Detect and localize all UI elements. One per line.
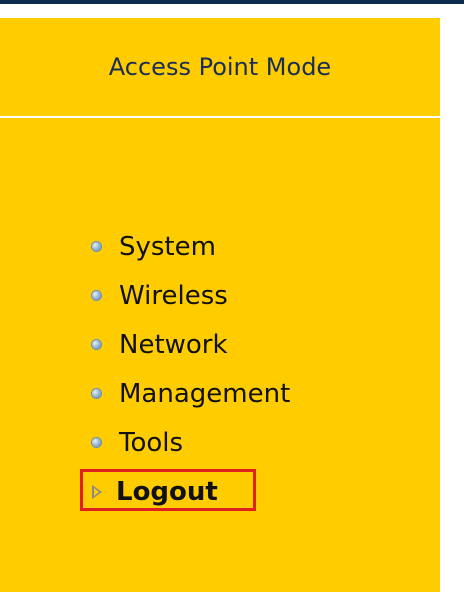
- sidebar-panel: Access Point Mode System Wireless Networ…: [0, 18, 440, 592]
- menu-item-label: Network: [119, 329, 228, 360]
- bullet-icon: [92, 389, 101, 398]
- menu-item-tools[interactable]: Tools: [88, 418, 290, 467]
- menu-item-system[interactable]: System: [88, 222, 290, 271]
- nav-menu: System Wireless Network Management Tools: [80, 222, 290, 516]
- divider: [0, 116, 440, 118]
- bullet-icon: [92, 438, 101, 447]
- menu-item-label: System: [119, 231, 216, 262]
- bullet-icon: [92, 340, 101, 349]
- menu-item-wireless[interactable]: Wireless: [88, 271, 290, 320]
- bullet-icon: [92, 242, 101, 251]
- menu-item-label: Logout: [116, 476, 218, 507]
- menu-item-label: Tools: [119, 427, 184, 458]
- triangle-right-icon: [92, 484, 102, 499]
- top-bar: [0, 0, 464, 4]
- menu-item-logout[interactable]: Logout: [80, 467, 290, 516]
- page: Access Point Mode System Wireless Networ…: [0, 0, 464, 592]
- menu-item-label: Wireless: [119, 280, 228, 311]
- menu-item-management[interactable]: Management: [88, 369, 290, 418]
- menu-item-network[interactable]: Network: [88, 320, 290, 369]
- mode-title: Access Point Mode: [108, 53, 332, 81]
- bullet-icon: [92, 291, 101, 300]
- menu-item-label: Management: [119, 378, 291, 409]
